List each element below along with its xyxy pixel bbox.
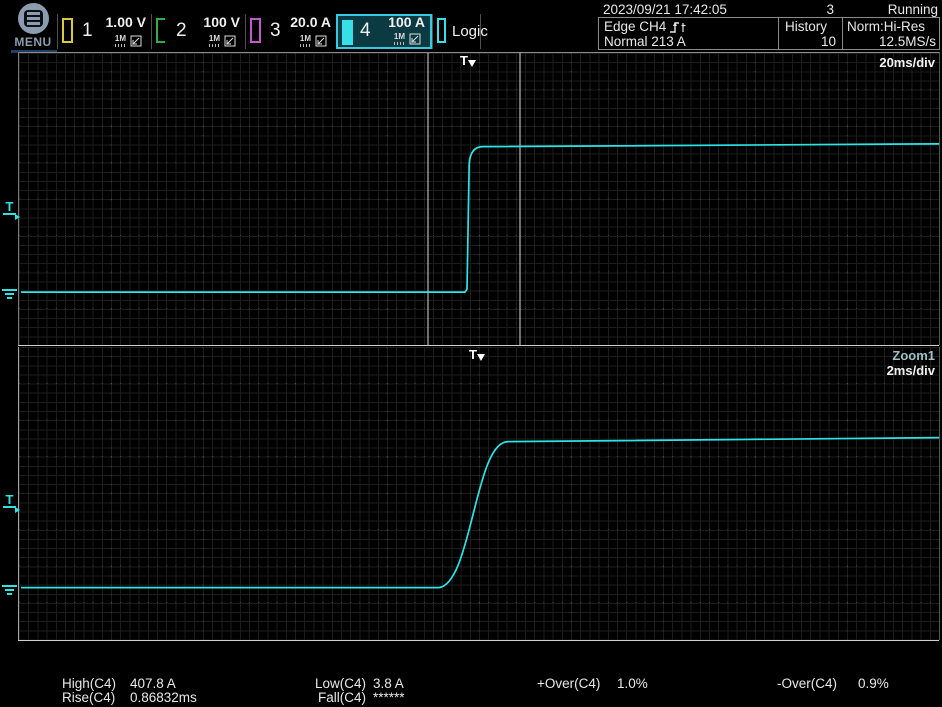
impedance-1m-icon: 1M — [300, 35, 311, 47]
impedance-1m-icon: 1M — [394, 33, 405, 45]
zoom-window-label: Zoom1 — [892, 348, 935, 363]
measurement-rise-label: Rise(C4) — [62, 690, 115, 705]
status-box-border — [598, 17, 599, 50]
channel-4-button[interactable]: 4 100 A 1M — [336, 14, 432, 49]
trigger-source-label: Edge CH4 — [604, 19, 666, 34]
channel-position-marker[interactable] — [2, 289, 17, 299]
channel-4-color-swatch — [342, 20, 353, 45]
zoom-graticule — [19, 347, 939, 640]
channel-3-number: 3 — [270, 20, 281, 42]
history-count: 10 — [785, 34, 836, 49]
datetime: 2023/09/21 17:42:05 — [603, 2, 727, 17]
channel-3-scale: 20.0 A — [290, 14, 331, 30]
measurement-high-label: High(C4) — [62, 676, 116, 691]
measurement-pover-value: 1.0% — [617, 676, 648, 691]
probe-icon — [224, 35, 236, 47]
measurement-high-value: 407.8 A — [130, 676, 176, 691]
channel-1-scale: 1.00 V — [106, 14, 146, 30]
channel-2-color-swatch — [156, 18, 165, 43]
measurement-low-label: Low(C4) — [280, 676, 366, 691]
impedance-1m-icon: 1M — [115, 35, 126, 47]
history-label[interactable]: History — [785, 19, 827, 34]
status-box-border — [598, 49, 940, 50]
impedance-1m-icon: 1M — [209, 35, 220, 47]
window-separator — [18, 345, 939, 346]
trigger-mode-level: Normal 213 A — [604, 34, 686, 49]
menu-icon — [18, 3, 49, 34]
zoom-trigger-position-marker[interactable]: T — [469, 348, 485, 366]
logic-label: Logic — [452, 23, 488, 40]
ch4-main-trace — [21, 144, 939, 292]
rising-edge-icon — [669, 20, 687, 34]
menu-label: MENU — [8, 35, 58, 49]
logic-button[interactable]: Logic — [432, 14, 481, 49]
measurement-pover-label: +Over(C4) — [537, 676, 600, 691]
trigger-level-marker[interactable]: T — [3, 200, 16, 215]
channel-2-number: 2 — [176, 20, 187, 42]
menu-button[interactable]: MENU — [8, 3, 58, 51]
channel-1-color-swatch — [62, 18, 73, 43]
measurement-fall-label: Fall(C4) — [280, 690, 366, 705]
channel-4-number: 4 — [360, 20, 371, 42]
channel-3-color-swatch — [250, 18, 261, 43]
acquisition-count: 3 — [770, 2, 834, 17]
zoom-channel-position-marker[interactable] — [2, 585, 17, 595]
measurement-nover-label: -Over(C4) — [777, 676, 837, 691]
trigger-settings[interactable]: Edge CH4 — [604, 19, 687, 34]
run-state: Running — [858, 2, 938, 17]
channel-4-scale: 100 A — [388, 14, 425, 30]
main-graticule — [19, 53, 939, 345]
record-mode: Norm:Hi-Res — [847, 19, 925, 34]
oscilloscope-screen: MENU 1 1.00 V 1M 2 100 V 1M 3 20.0 A 1M … — [0, 0, 942, 707]
status-box-border — [778, 17, 779, 50]
ch4-zoom-trace — [21, 438, 939, 588]
measurement-low-value: 3.8 A — [373, 676, 404, 691]
measurement-fall-value: ****** — [373, 690, 405, 705]
status-box-border — [598, 17, 940, 18]
zoom-trigger-level-marker[interactable]: T — [3, 493, 16, 508]
probe-icon — [409, 33, 421, 45]
channel-3-button[interactable]: 3 20.0 A 1M — [245, 14, 336, 49]
trigger-position-marker[interactable]: T — [460, 54, 476, 72]
probe-icon — [130, 35, 142, 47]
main-timebase-label: 20ms/div — [879, 55, 935, 70]
measurement-nover-value: 0.9% — [858, 676, 889, 691]
zoom-window-bottom-frame — [18, 640, 939, 641]
channel-2-button[interactable]: 2 100 V 1M — [151, 14, 245, 49]
status-box-border — [939, 17, 940, 50]
channel-1-button[interactable]: 1 1.00 V 1M — [57, 14, 151, 49]
zoom-timebase-label: 2ms/div — [887, 363, 935, 378]
probe-icon — [315, 35, 327, 47]
sample-rate: 12.5MS/s — [847, 34, 936, 49]
main-waveform-window: 20ms/div T — [18, 52, 940, 345]
channel-2-scale: 100 V — [203, 14, 240, 30]
measurement-rise-value: 0.86832ms — [130, 690, 197, 705]
logic-color-swatch — [437, 18, 446, 43]
status-box-border — [842, 17, 843, 50]
zoom-waveform-window: Zoom1 2ms/div T — [18, 347, 940, 640]
channel-1-number: 1 — [82, 20, 93, 42]
